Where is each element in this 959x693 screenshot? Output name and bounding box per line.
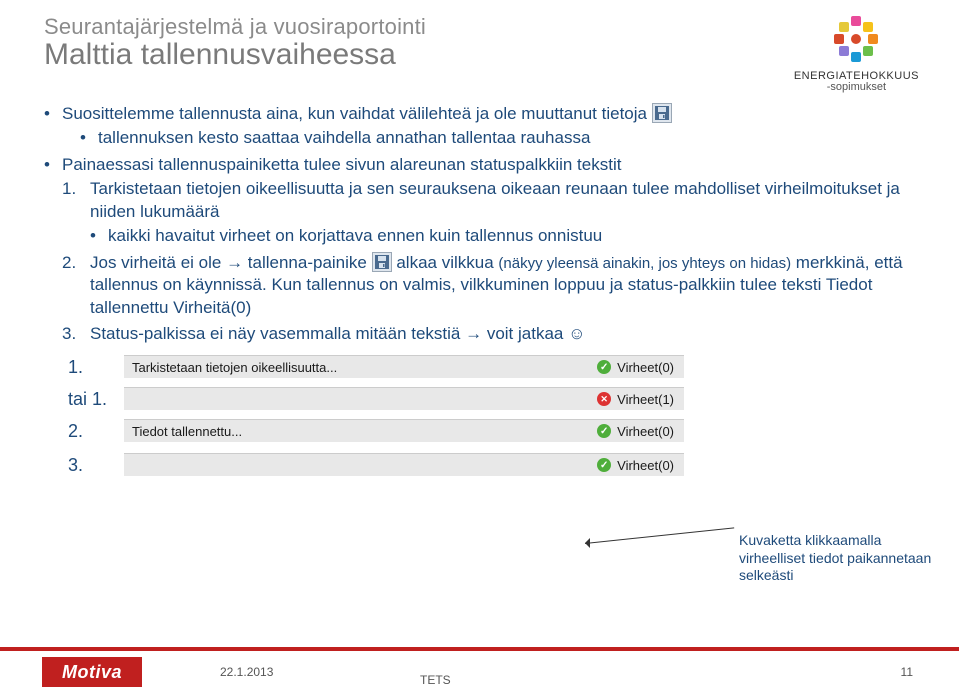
- bullet-sub: tallennuksen kesto saattaa vaihdella ann…: [80, 127, 919, 149]
- ok-icon: [597, 424, 611, 438]
- title-block: Seurantajärjestelmä ja vuosiraportointi …: [44, 14, 426, 72]
- status-bar: Virheet(0): [124, 453, 684, 477]
- status-bar: Virheet(1): [124, 387, 684, 411]
- bullet-item: Painaessasi tallennuspainiketta tulee si…: [44, 154, 919, 346]
- status-left: Tarkistetaan tietojen oikeellisuutta...: [132, 360, 337, 375]
- page-title: Malttia tallennusvaiheessa: [44, 38, 426, 72]
- status-row: 3. Virheet(0): [68, 453, 919, 477]
- arrow-head-icon: [580, 538, 590, 548]
- slide-header: Seurantajärjestelmä ja vuosiraportointi …: [44, 14, 919, 93]
- page-number: 11: [901, 665, 913, 679]
- status-right: Virheet(0): [617, 360, 674, 375]
- ordered-item: 2. Jos virheitä ei ole → tallenna-painik…: [62, 252, 919, 319]
- ordered-item: 3. Status-palkissa ei näy vasemmalla mit…: [62, 323, 919, 345]
- logo-subtext: -sopimukset: [827, 81, 886, 93]
- supertitle: Seurantajärjestelmä ja vuosiraportointi: [44, 14, 426, 40]
- status-right: Virheet(1): [617, 392, 674, 407]
- status-right: Virheet(0): [617, 458, 674, 473]
- status-bar: Tiedot tallennettu... Virheet(0): [124, 419, 684, 443]
- error-icon[interactable]: [597, 392, 611, 406]
- footer-date: 22.1.2013: [220, 665, 273, 679]
- motiva-logo: Motiva: [42, 657, 142, 687]
- save-icon: [372, 252, 392, 272]
- status-examples: 1. Tarkistetaan tietojen oikeellisuutta.…: [44, 355, 919, 477]
- ordered-item: 1. Tarkistetaan tietojen oikeellisuutta …: [62, 178, 919, 247]
- status-row: 2. Tiedot tallennettu... Virheet(0): [68, 419, 919, 443]
- brand-logo: ENERGIATEHOKKUUS -sopimukset: [794, 14, 919, 93]
- content-body: Suosittelemme tallennusta aina, kun vaih…: [44, 103, 919, 345]
- footer-tag: TETS: [420, 673, 451, 687]
- status-left: Tiedot tallennettu...: [132, 424, 242, 439]
- bullet-sub: kaikki havaitut virheet on korjattava en…: [90, 225, 919, 247]
- status-right: Virheet(0): [617, 424, 674, 439]
- slide-footer: Motiva 22.1.2013 TETS 11: [0, 647, 959, 693]
- bullet-item: Suosittelemme tallennusta aina, kun vaih…: [44, 103, 919, 150]
- text: Painaessasi tallennuspainiketta tulee si…: [62, 155, 621, 174]
- save-icon: [652, 103, 672, 123]
- ok-icon: [597, 458, 611, 472]
- status-row: tai 1. Virheet(1): [68, 387, 919, 411]
- callout-text: Kuvaketta klikkaamalla virheelliset tied…: [739, 532, 939, 585]
- status-row: 1. Tarkistetaan tietojen oikeellisuutta.…: [68, 355, 919, 379]
- status-bar: Tarkistetaan tietojen oikeellisuutta... …: [124, 355, 684, 379]
- ok-icon: [597, 360, 611, 374]
- text: Suosittelemme tallennusta aina, kun vaih…: [62, 104, 652, 123]
- arrow-line: [585, 527, 734, 544]
- flower-icon: [828, 14, 884, 70]
